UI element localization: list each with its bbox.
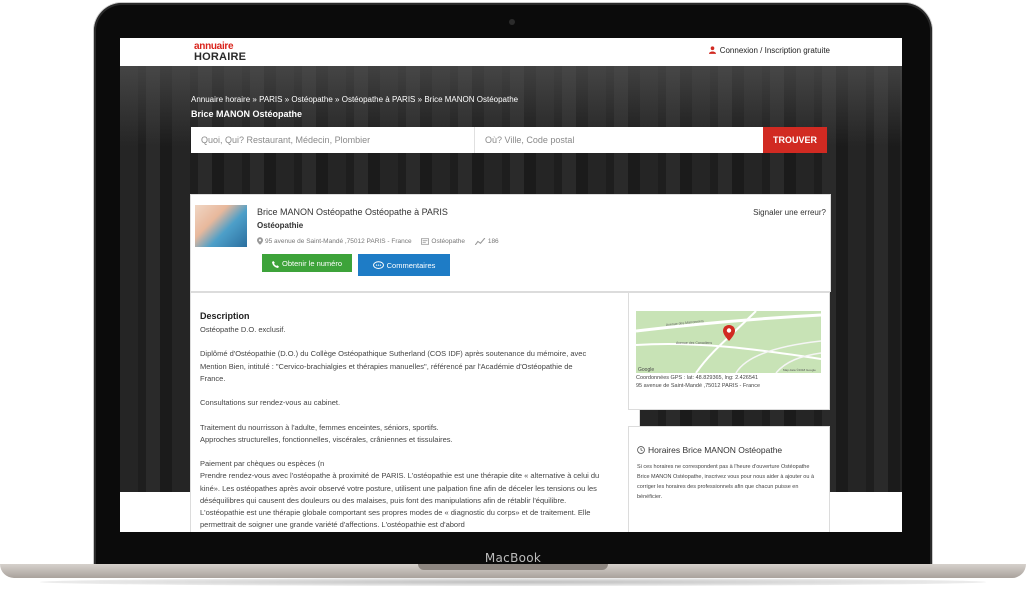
description-paragraph: Ostéopathe D.O. exclusif. [200,325,286,334]
listing-address: 95 avenue de Saint-Mandé ,75012 PARIS - … [257,237,412,245]
hours-title-text: Horaires Brice MANON Ostéopathe [648,445,783,455]
site-logo[interactable]: annuaire HORAIRE [194,41,250,63]
hours-title: Horaires Brice MANON Ostéopathe [637,445,782,455]
breadcrumb-item-home[interactable]: Annuaire horaire [191,95,250,104]
comment-icon [372,260,384,269]
camera-icon [509,19,515,25]
listing-card: Brice MANON Ostéopathe Ostéopathe à PARI… [190,194,831,292]
clock-icon [637,446,645,454]
listing-name[interactable]: Brice MANON Ostéopathe Ostéopathe à PARI… [257,207,448,217]
page-title: Brice MANON Ostéopathe [191,109,303,119]
breadcrumb-item-category-city[interactable]: Ostéopathe à PARIS [342,95,416,104]
listing-category: Ostéopathie [257,221,304,230]
description-paragraph: Traitement du nourrisson à l'adulte, fem… [200,422,453,444]
map-attribution: Map data ©2018 Google [783,368,816,372]
description-paragraph: Diplômé d'Ostéopathie (D.O.) du Collège … [200,349,587,383]
comments-label: Commentaires [386,260,436,270]
get-number-button[interactable]: Obtenir le numéro [262,254,352,272]
map-pin-icon [257,237,263,245]
search-what-input[interactable] [191,127,475,153]
chart-icon [474,237,486,246]
map-address: 95 avenue de Saint-Mandé ,75012 PARIS - … [636,383,761,389]
laptop-shadow [40,578,986,586]
description-title: Description [200,311,250,321]
description-paragraph: Paiement par chèques ou espèces (n Prend… [200,459,600,530]
listing-photo [195,205,247,247]
map-card: Avenue des Marronniers Avenue des Canadi… [628,292,830,410]
comments-button[interactable]: Commentaires [358,254,450,276]
tag-icon [421,238,430,245]
breadcrumb: Annuaire horaire » PARIS » Ostéopathe » … [191,95,518,104]
login-link[interactable]: Connexion / Inscription gratuite [708,46,830,55]
location-map[interactable]: Avenue des Marronniers Avenue des Canadi… [636,311,821,373]
report-error-link[interactable]: Signaler une erreur? [753,208,826,217]
browser-screen: annuaire HORAIRE Connexion / Inscription… [120,38,902,532]
login-label: Connexion / Inscription gratuite [719,46,830,55]
map-coordinates: Coordonnées GPS : lat: 48.829365, lng: 2… [636,375,759,381]
breadcrumb-separator: » [335,95,340,104]
breadcrumb-separator: » [284,95,290,104]
description-card: Description Ostéopathe D.O. exclusif. Di… [190,292,640,532]
listing-meta: 95 avenue de Saint-Mandé ,75012 PARIS - … [257,237,507,246]
site-header: annuaire HORAIRE Connexion / Inscription… [120,38,902,67]
map-graphic: Avenue des Marronniers Avenue des Canadi… [636,311,821,373]
hours-card: Horaires Brice MANON Ostéopathe Si ces h… [628,426,830,532]
listing-tag: Ostéopathe [421,238,465,245]
phone-icon [271,260,279,268]
description-paragraph: Consultations sur rendez-vous au cabinet… [200,398,341,408]
search-bar: TROUVER [191,127,827,153]
listing-address-text: 95 avenue de Saint-Mandé ,75012 PARIS - … [265,238,412,245]
listing-views: 186 [474,237,499,246]
breadcrumb-item-current: Brice MANON Ostéopathe [424,95,519,104]
map-street-label: Avenue des Canadiens [676,341,712,345]
laptop-notch [418,564,608,570]
search-button[interactable]: TROUVER [763,127,827,153]
hours-notice: Si ces horaires ne correspondent pas à l… [637,464,815,500]
logo-text-bottom: HORAIRE [194,51,247,63]
breadcrumb-separator: » [252,95,257,104]
listing-tag-text: Ostéopathe [431,238,466,245]
description-body: Ostéopathe D.O. exclusif. Diplômé d'Osté… [200,324,600,532]
map-google-logo: Google [638,367,654,373]
device-label: MacBook [484,551,542,565]
breadcrumb-separator: » [417,95,423,104]
get-number-label: Obtenir le numéro [281,258,343,268]
listing-views-count: 186 [487,238,499,245]
breadcrumb-item-city[interactable]: PARIS [259,95,282,104]
breadcrumb-item-category[interactable]: Ostéopathe [291,95,332,104]
user-icon [708,46,716,54]
search-where-input[interactable] [475,127,763,153]
